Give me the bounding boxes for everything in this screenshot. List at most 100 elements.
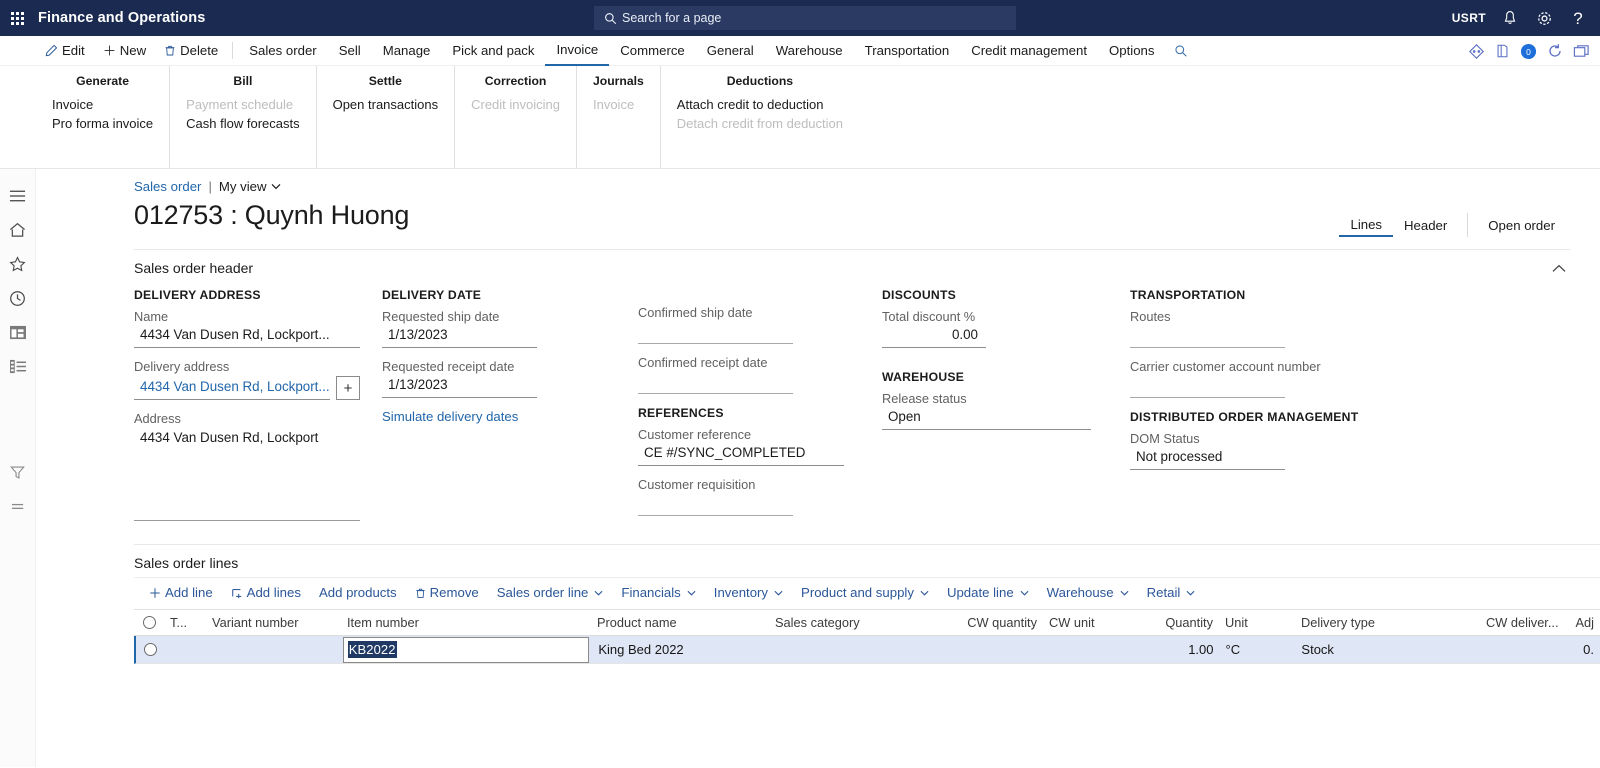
column-header-unit[interactable]: Unit bbox=[1219, 615, 1295, 630]
retail-menu[interactable]: Retail bbox=[1138, 578, 1205, 608]
status-open-order: Open order bbox=[1488, 217, 1555, 233]
tab-general[interactable]: General bbox=[696, 36, 765, 66]
confirmed-ship-date-input[interactable] bbox=[638, 322, 793, 344]
question-mark-icon[interactable]: ? bbox=[1562, 0, 1594, 36]
company-selector[interactable]: USRT bbox=[1446, 0, 1492, 36]
tab-invoice[interactable]: Invoice bbox=[545, 36, 610, 66]
routes-input[interactable] bbox=[1130, 326, 1285, 348]
modules-list-icon[interactable] bbox=[0, 349, 35, 383]
radio-unselected-icon[interactable] bbox=[142, 616, 156, 629]
ribbon-item-cash-flow-forecasts[interactable]: Cash flow forecasts bbox=[186, 114, 299, 133]
page-body: Sales order | My view 012753 : Quynh Huo… bbox=[0, 169, 1600, 767]
cell-delivery-type[interactable]: Stock bbox=[1295, 642, 1480, 657]
favorites-star-icon[interactable] bbox=[0, 247, 35, 281]
ribbon-item-pro-forma-invoice[interactable]: Pro forma invoice bbox=[52, 114, 153, 133]
column-header-cw-unit[interactable]: CW unit bbox=[1043, 615, 1139, 630]
item-number-input[interactable]: KB2022 bbox=[342, 636, 589, 663]
cell-unit[interactable]: °C bbox=[1220, 642, 1296, 657]
add-delivery-address-button[interactable]: + bbox=[336, 376, 360, 400]
update-line-menu[interactable]: Update line bbox=[938, 578, 1038, 608]
edit-button[interactable]: Edit bbox=[36, 36, 94, 66]
delivery-address-input[interactable]: 4434 Van Dusen Rd, Lockport... bbox=[134, 378, 330, 400]
tab-sales-order[interactable]: Sales order bbox=[238, 36, 327, 66]
tab-header[interactable]: Header bbox=[1393, 215, 1458, 236]
inventory-menu[interactable]: Inventory bbox=[705, 578, 792, 608]
total-discount-input[interactable]: 0.00 bbox=[882, 326, 986, 348]
customer-requisition-input[interactable] bbox=[638, 494, 793, 516]
equals-icon[interactable] bbox=[0, 489, 35, 523]
column-header-type[interactable]: T... bbox=[164, 615, 206, 630]
financials-menu[interactable]: Financials bbox=[612, 578, 704, 608]
tab-manage[interactable]: Manage bbox=[372, 36, 442, 66]
home-icon[interactable] bbox=[0, 213, 35, 247]
tab-commerce[interactable]: Commerce bbox=[609, 36, 695, 66]
column-header-cw-quantity[interactable]: CW quantity bbox=[959, 615, 1043, 630]
workspaces-icon[interactable] bbox=[0, 315, 35, 349]
tab-pick-and-pack[interactable]: Pick and pack bbox=[441, 36, 545, 66]
customer-reference-input[interactable]: CE #/SYNC_COMPLETED bbox=[638, 444, 844, 466]
attachments-icon[interactable]: 0 bbox=[1520, 43, 1537, 60]
row-select[interactable] bbox=[136, 643, 166, 656]
product-and-supply-menu[interactable]: Product and supply bbox=[792, 578, 938, 608]
tab-sell[interactable]: Sell bbox=[328, 36, 372, 66]
breadcrumb-sales-order-link[interactable]: Sales order bbox=[134, 179, 201, 194]
requested-receipt-date-input[interactable]: 1/13/2023 bbox=[382, 376, 537, 398]
gear-icon[interactable] bbox=[1528, 0, 1560, 36]
cell-adj[interactable]: 0. bbox=[1560, 642, 1600, 657]
add-lines-button[interactable]: Add lines bbox=[222, 578, 310, 608]
column-header-sales-category[interactable]: Sales category bbox=[769, 615, 959, 630]
tab-credit-management[interactable]: Credit management bbox=[960, 36, 1098, 66]
tab-lines[interactable]: Lines bbox=[1339, 214, 1394, 237]
hamburger-menu-icon[interactable] bbox=[0, 179, 35, 213]
total-discount-field: Total discount % 0.00 bbox=[882, 309, 1108, 348]
cell-product-name[interactable]: King Bed 2022 bbox=[592, 642, 770, 657]
chevron-up-icon[interactable] bbox=[1552, 264, 1570, 273]
column-header-quantity[interactable]: Quantity bbox=[1139, 615, 1219, 630]
warehouse-menu[interactable]: Warehouse bbox=[1038, 578, 1138, 608]
search-input[interactable]: Search for a page bbox=[594, 6, 1016, 30]
tab-warehouse[interactable]: Warehouse bbox=[765, 36, 854, 66]
filter-icon[interactable] bbox=[0, 455, 35, 489]
column-header-adj[interactable]: Adj bbox=[1560, 615, 1600, 630]
confirmed-receipt-date-input[interactable] bbox=[638, 372, 793, 394]
open-in-new-window-icon[interactable] bbox=[1495, 43, 1510, 59]
share-icon[interactable] bbox=[1468, 43, 1485, 60]
carrier-account-input[interactable] bbox=[1130, 376, 1285, 398]
refresh-icon[interactable] bbox=[1547, 43, 1563, 59]
ribbon-item-open-transactions[interactable]: Open transactions bbox=[333, 95, 439, 114]
view-selector[interactable]: My view bbox=[219, 179, 281, 194]
address-textarea-underline[interactable] bbox=[134, 520, 360, 521]
cell-item-number[interactable]: KB2022 bbox=[342, 636, 593, 663]
delete-button[interactable]: Delete bbox=[155, 36, 227, 66]
sales-order-line-menu[interactable]: Sales order line bbox=[488, 578, 613, 608]
add-line-button[interactable]: Add line bbox=[140, 578, 222, 608]
requested-ship-date-input[interactable]: 1/13/2023 bbox=[382, 326, 537, 348]
remove-button[interactable]: Remove bbox=[406, 578, 488, 608]
column-header-delivery-type[interactable]: Delivery type bbox=[1295, 615, 1480, 630]
simulate-delivery-dates-link[interactable]: Simulate delivery dates bbox=[382, 409, 616, 424]
column-header-cw-deliver[interactable]: CW deliver... bbox=[1480, 615, 1560, 630]
tab-transportation[interactable]: Transportation bbox=[854, 36, 961, 66]
recent-clock-icon[interactable] bbox=[0, 281, 35, 315]
name-input[interactable]: 4434 Van Dusen Rd, Lockport... bbox=[134, 326, 360, 348]
tab-options[interactable]: Options bbox=[1098, 36, 1165, 66]
app-launcher-icon[interactable] bbox=[0, 0, 34, 36]
menubar-search-icon[interactable] bbox=[1165, 36, 1197, 66]
bell-icon[interactable] bbox=[1494, 0, 1526, 36]
column-header-product-name[interactable]: Product name bbox=[591, 615, 769, 630]
select-all-header[interactable] bbox=[134, 616, 164, 629]
sales-order-header-toggle[interactable]: Sales order header bbox=[134, 250, 1570, 282]
radio-unselected-icon[interactable] bbox=[144, 643, 158, 656]
ribbon-item-invoice[interactable]: Invoice bbox=[52, 95, 153, 114]
new-label: New bbox=[119, 43, 147, 58]
dom-status-input[interactable]: Not processed bbox=[1130, 448, 1285, 470]
column-header-item-number[interactable]: Item number bbox=[341, 615, 591, 630]
add-products-button[interactable]: Add products bbox=[310, 578, 406, 608]
column-header-variant-number[interactable]: Variant number bbox=[206, 615, 341, 630]
cell-quantity[interactable]: 1.00 bbox=[1140, 642, 1220, 657]
release-status-input[interactable]: Open bbox=[882, 408, 1091, 430]
collapse-icon[interactable] bbox=[1573, 44, 1590, 58]
table-row[interactable]: KB2022 King Bed 2022 1.00 °C Stock 0. bbox=[134, 636, 1600, 664]
ribbon-item-attach-credit-to-deduction[interactable]: Attach credit to deduction bbox=[677, 95, 843, 114]
new-button[interactable]: New bbox=[94, 36, 155, 66]
